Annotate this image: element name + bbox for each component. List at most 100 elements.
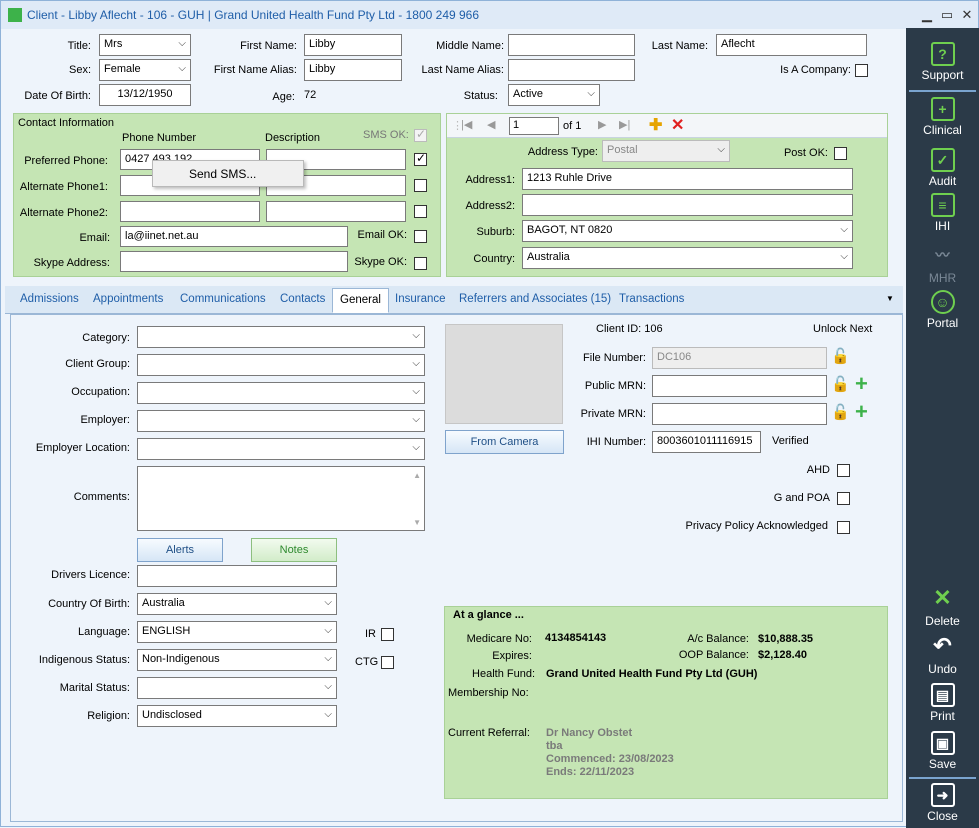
chevron-down-icon: ⌵ (412, 386, 420, 397)
suburb-select[interactable]: BAGOT, NT 0820 ⌵ (522, 220, 853, 242)
religion-select[interactable]: Undisclosed ⌵ (137, 705, 337, 727)
undo-button[interactable]: ↶ Undo (906, 635, 979, 677)
first-record-icon[interactable]: |◀ (461, 118, 472, 131)
is-company-checkbox[interactable] (855, 64, 868, 77)
ahd-checkbox[interactable] (837, 464, 850, 477)
referral-doctor[interactable]: Dr Nancy Obstet (546, 727, 632, 739)
from-camera-button[interactable]: From Camera (445, 430, 564, 454)
suburb-label: Suburb: (476, 226, 515, 238)
tab-overflow-icon[interactable]: ▼ (886, 294, 894, 303)
client-window: Client - Libby Aflecht - 106 - GUH | Gra… (0, 0, 979, 828)
sex-select[interactable]: Female ⌵ (99, 59, 191, 81)
skype-field[interactable] (120, 251, 348, 272)
employer-location-select[interactable]: ⌵ (137, 438, 425, 460)
health-fund-label: Health Fund: (472, 668, 535, 680)
indigenous-status-select[interactable]: Non-Indigenous ⌵ (137, 649, 337, 671)
tab-transactions[interactable]: Transactions (619, 293, 684, 305)
unlock-public-mrn-icon[interactable]: 🔓 (831, 376, 850, 394)
close-window-button[interactable]: ✕ (959, 7, 975, 23)
minimize-button[interactable]: ▁ (919, 7, 935, 23)
audit-button[interactable]: ✓ Audit (906, 148, 979, 188)
public-mrn-field[interactable] (652, 375, 827, 397)
address-type-select[interactable]: Postal ⌵ (602, 140, 730, 162)
employer-select[interactable]: ⌵ (137, 410, 425, 432)
ir-checkbox[interactable] (381, 628, 394, 641)
tab-referrers-associates[interactable]: Referrers and Associates (15) (459, 293, 611, 305)
ctg-checkbox[interactable] (381, 656, 394, 669)
address2-field[interactable] (522, 194, 853, 216)
title-select[interactable]: Mrs ⌵ (99, 34, 191, 56)
country-select[interactable]: Australia ⌵ (522, 247, 853, 269)
next-record-icon[interactable]: ▶ (598, 118, 606, 131)
first-name-field[interactable]: Libby (304, 34, 402, 56)
tab-insurance[interactable]: Insurance (395, 293, 446, 305)
add-public-mrn-icon[interactable]: + (855, 373, 868, 395)
mhr-button[interactable]: 〰 MHR (906, 245, 979, 285)
tab-communications[interactable]: Communications (180, 293, 266, 305)
client-photo[interactable] (445, 324, 563, 424)
comments-textarea[interactable]: ▲ ▼ (137, 466, 425, 531)
skype-ok-checkbox[interactable] (414, 257, 427, 270)
language-select[interactable]: ENGLISH ⌵ (137, 621, 337, 643)
tab-general[interactable]: General (332, 288, 389, 313)
record-number-field[interactable]: 1 (509, 117, 559, 135)
delete-button[interactable]: ✕ Delete (906, 587, 979, 629)
private-mrn-field[interactable] (652, 403, 827, 425)
alt-phone2-description[interactable] (266, 201, 406, 222)
add-address-icon[interactable]: ✚ (649, 115, 662, 135)
notes-button[interactable]: Notes (251, 538, 337, 562)
portal-button[interactable]: ☺ Portal (906, 290, 979, 330)
chevron-down-icon: ⌵ (717, 144, 725, 155)
print-button[interactable]: ▤ Print (906, 683, 979, 723)
add-private-mrn-icon[interactable]: + (855, 401, 868, 423)
alerts-button[interactable]: Alerts (137, 538, 223, 562)
post-ok-checkbox[interactable] (834, 147, 847, 160)
clinical-button[interactable]: + Clinical (906, 97, 979, 137)
support-button[interactable]: ? Support (906, 42, 979, 82)
occupation-select[interactable]: ⌵ (137, 382, 425, 404)
marital-status-select[interactable]: ⌵ (137, 677, 337, 699)
drivers-licence-field[interactable] (137, 565, 337, 587)
last-name-field[interactable]: Aflecht (716, 34, 867, 56)
tab-contacts[interactable]: Contacts (280, 293, 325, 305)
ctg-label: CTG (355, 656, 379, 668)
previous-record-icon[interactable]: ◀ (487, 118, 495, 131)
chevron-down-icon: ⌵ (324, 597, 332, 608)
alt-phone2-label: Alternate Phone2: (19, 207, 108, 219)
status-select[interactable]: Active ⌵ (508, 84, 600, 106)
first-name-alias-field[interactable]: Libby (304, 59, 402, 81)
tab-appointments[interactable]: Appointments (93, 293, 163, 305)
close-button[interactable]: ➜ Close (906, 783, 979, 823)
g-and-poa-checkbox[interactable] (837, 492, 850, 505)
medicare-value: 4134854143 (545, 632, 607, 644)
country-of-birth-select[interactable]: Australia ⌵ (137, 593, 337, 615)
client-group-select[interactable]: ⌵ (137, 354, 425, 376)
preferred-phone-sms-checkbox[interactable] (414, 151, 427, 166)
category-select[interactable]: ⌵ (137, 326, 425, 348)
unlock-private-mrn-icon[interactable]: 🔓 (831, 404, 850, 422)
file-number-field[interactable]: DC106 (652, 347, 827, 369)
scroll-down-icon[interactable]: ▼ (413, 518, 421, 527)
address1-field[interactable]: 1213 Ruhle Drive (522, 168, 853, 190)
unlock-file-number-icon[interactable]: 🔓 (831, 348, 850, 366)
ihi-button[interactable]: ≡ IHI (906, 193, 979, 233)
privacy-policy-checkbox[interactable] (837, 521, 850, 534)
email-field[interactable]: la@iinet.net.au (120, 226, 348, 247)
middle-name-field[interactable] (508, 34, 635, 56)
alt-phone2-sms-checkbox[interactable] (414, 205, 427, 218)
save-button[interactable]: ▣ Save (906, 731, 979, 771)
floppy-disk-icon: ▣ (930, 731, 955, 755)
scroll-up-icon[interactable]: ▲ (413, 471, 421, 480)
tab-admissions[interactable]: Admissions (20, 293, 79, 305)
alt-phone2-field[interactable] (120, 201, 260, 222)
delete-address-icon[interactable]: ✕ (671, 115, 684, 135)
ihi-number-label: IHI Number: (586, 436, 646, 448)
email-ok-checkbox[interactable] (414, 230, 427, 243)
last-record-icon[interactable]: ▶| (619, 118, 630, 131)
alt-phone1-sms-checkbox[interactable] (414, 179, 427, 192)
dob-field[interactable]: 13/12/1950 (99, 84, 191, 106)
send-sms-menu-item[interactable]: Send SMS... (152, 160, 304, 187)
last-name-alias-field[interactable] (508, 59, 635, 81)
maximize-button[interactable]: ▭ (939, 7, 955, 23)
ihi-number-field[interactable]: 8003601011116915 (652, 431, 761, 453)
